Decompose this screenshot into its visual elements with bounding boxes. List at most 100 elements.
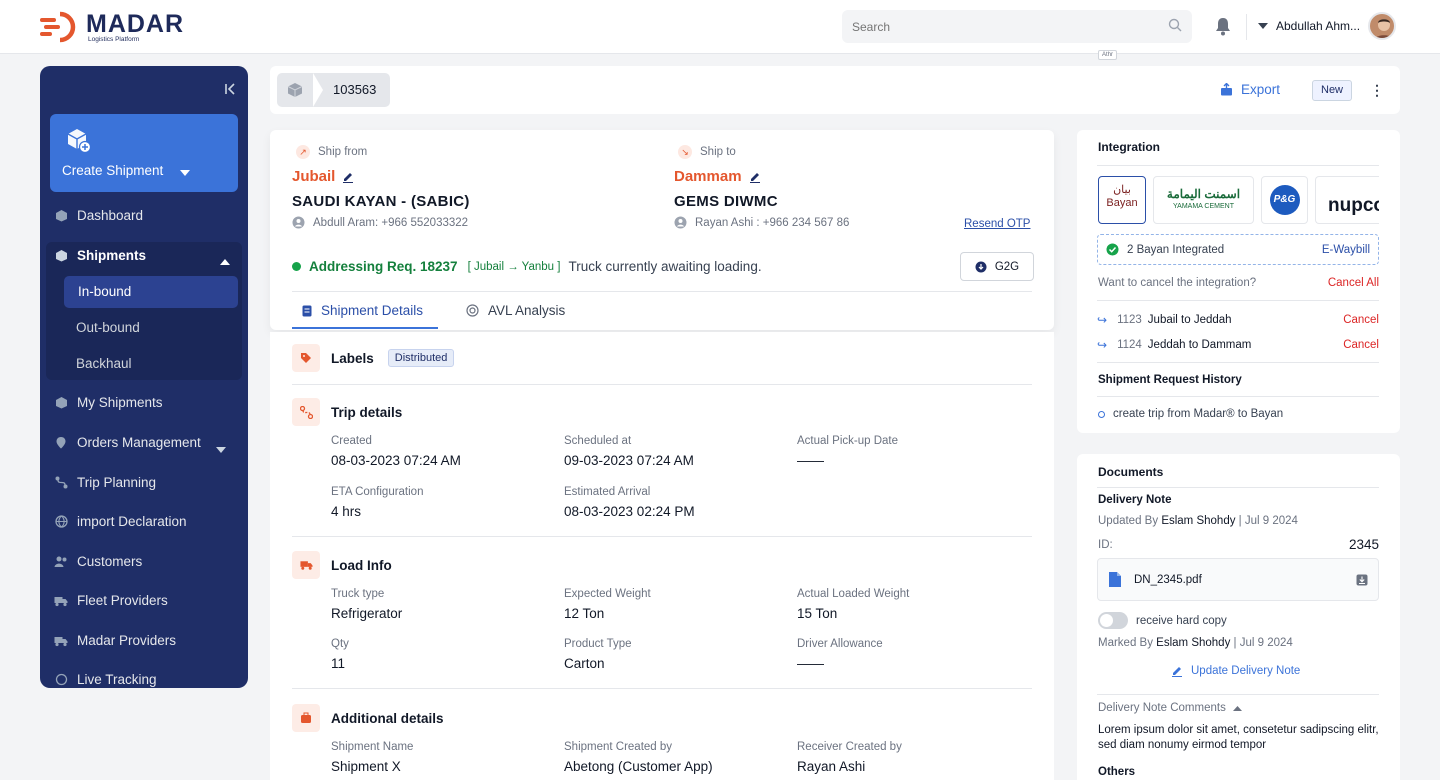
sidebar-item-my-shipments[interactable]: My Shipments [54, 395, 163, 410]
tab-avl-analysis[interactable]: AVL Analysis [466, 303, 565, 318]
bayan-logo[interactable]: بيان Bayan [1098, 176, 1146, 224]
field-label: Product Type [564, 638, 632, 650]
yamama-cement-logo[interactable]: اسمنت اليمامة YAMAMA CEMENT [1153, 176, 1254, 224]
header-divider [1246, 14, 1247, 40]
field-value: 11 [331, 656, 346, 671]
logo-text: P&G [1269, 185, 1300, 215]
sidebar-item-dashboard[interactable]: Dashboard [54, 208, 143, 223]
shipment-details-panel: Labels Distributed Trip details Created … [270, 332, 1054, 780]
user-menu[interactable]: Abdullah Ahm... [1258, 12, 1396, 40]
notification-bell-icon[interactable] [1214, 16, 1232, 39]
sidebar-item-customers[interactable]: Customers [54, 554, 142, 569]
chevron-down-icon[interactable] [216, 441, 226, 456]
edit-icon[interactable] [749, 171, 761, 183]
field-label: Shipment Created by [564, 741, 673, 753]
trip-field-scheduled: Scheduled at 09-03-2023 07:24 AM [564, 435, 784, 468]
sidebar-item-live-tracking[interactable]: Live Tracking [54, 672, 157, 687]
sidebar-item-backhaul[interactable]: Backhaul [76, 356, 132, 371]
load-info-section: Load Info [292, 551, 392, 579]
arrow-icon: ↪ [1097, 313, 1108, 327]
download-icon[interactable] [1356, 574, 1368, 586]
cancel-route-link[interactable]: Cancel [1343, 339, 1379, 351]
sidebar-item-orders-management[interactable]: Orders Management [54, 435, 201, 450]
ship-to-label: Ship to [700, 146, 736, 158]
export-icon [1220, 83, 1233, 96]
ewaybill-link[interactable]: E-Waybill [1322, 244, 1370, 256]
id-value: 2345 [1348, 537, 1379, 552]
sidebar-item-label: import Declaration [77, 514, 187, 529]
cancel-all-link[interactable]: Cancel All [1328, 277, 1379, 289]
file-attachment[interactable]: DN_2345.pdf [1097, 558, 1379, 601]
sidebar-item-madar-providers[interactable]: Madar Providers [54, 633, 176, 648]
trip-field-created: Created 08-03-2023 07:24 AM [331, 435, 551, 468]
resend-otp-link[interactable]: Resend OTP [964, 218, 1030, 230]
field-label: Shipment Name [331, 741, 414, 753]
search-input[interactable] [852, 19, 1152, 34]
export-button[interactable]: Export [1220, 82, 1280, 97]
ship-from-label: Ship from [318, 146, 368, 158]
collapse-sidebar-icon[interactable] [224, 83, 236, 98]
trip-field-eta: ETA Configuration 4 hrs [331, 486, 551, 519]
nupco-logo[interactable]: nupco [1315, 176, 1379, 224]
additional-field-shipment-name: Shipment Name Shipment X [331, 741, 551, 774]
field-value: 12 Ton [564, 606, 605, 621]
cancel-route-link[interactable]: Cancel [1343, 314, 1379, 326]
shipment-summary-card: ↗ Ship from Jubail SAUDI KAYAN - (SABIC)… [270, 130, 1054, 330]
status-badge: New [1312, 80, 1353, 101]
sidebar-item-import-declaration[interactable]: import Declaration [54, 514, 187, 529]
arrow-up-right-icon: ↗ [296, 145, 310, 159]
divider [1097, 487, 1379, 488]
field-value: —— [797, 656, 824, 671]
app-logo[interactable]: MADAR Logistics Platform [38, 10, 184, 44]
breadcrumb-separator [313, 73, 323, 107]
comments-header[interactable]: Delivery Note Comments [1098, 702, 1242, 714]
sidebar-item-fleet-providers[interactable]: Fleet Providers [54, 593, 168, 608]
tag-icon [292, 344, 320, 372]
create-shipment-button[interactable]: Create Shipment [50, 114, 238, 192]
updated-by-line: Updated By Eslam Shohdy | Jul 9 2024 [1098, 515, 1298, 527]
logo-text: nupco [1328, 195, 1379, 216]
timeline-dot-icon [1098, 410, 1105, 418]
marked-by: Eslam Shohdy [1156, 637, 1231, 649]
update-delivery-note-button[interactable]: Update Delivery Note [1171, 665, 1300, 677]
trip-details-section: Trip details [292, 398, 402, 426]
edit-icon[interactable] [342, 171, 354, 183]
sidebar: Create Shipment Dashboard Shipments In-b… [40, 66, 248, 688]
sidebar-item-shipments[interactable]: Shipments [54, 248, 146, 263]
updated-by: Eslam Shohdy [1161, 515, 1236, 527]
ship-to-city: Dammam [674, 168, 742, 185]
sidebar-item-outbound[interactable]: Out-bound [76, 320, 140, 335]
addressing-request[interactable]: Addressing Req. 18237 [309, 259, 458, 274]
sidebar-item-inbound[interactable]: In-bound [78, 284, 131, 299]
more-options-icon[interactable]: ⋮ [1370, 82, 1384, 99]
hard-copy-toggle[interactable] [1098, 612, 1128, 629]
truck-icon [54, 634, 68, 648]
field-value: Rayan Ashi [797, 759, 866, 774]
addressing-status: Addressing Req. 18237 [ Jubail → Yanbu ]… [292, 259, 762, 274]
divider [1097, 165, 1379, 166]
divider [292, 536, 1032, 537]
id-label: ID: [1098, 539, 1113, 551]
tab-shipment-details[interactable]: Shipment Details [302, 303, 423, 318]
breadcrumb[interactable]: 103563 [277, 73, 390, 107]
additional-field-receiver-created-by: Receiver Created by Rayan Ashi [797, 741, 1017, 774]
box-icon [54, 249, 68, 263]
divider [292, 291, 1032, 292]
sidebar-item-label: Shipments [77, 248, 147, 263]
g2g-button[interactable]: G2G [960, 252, 1034, 281]
chevron-down-icon[interactable] [1258, 23, 1268, 29]
delivery-note-title: Delivery Note [1098, 494, 1172, 506]
avatar[interactable] [1368, 12, 1396, 40]
chevron-up-icon[interactable] [220, 253, 230, 268]
logo-text: اسمنت اليمامة [1166, 187, 1241, 201]
search-icon[interactable] [1168, 18, 1182, 35]
load-field-expected-weight: Expected Weight 12 Ton [564, 588, 784, 621]
user-name: Abdullah Ahm... [1276, 19, 1361, 33]
pg-logo[interactable]: P&G [1261, 176, 1308, 224]
load-field-actual-weight: Actual Loaded Weight 15 Ton [797, 588, 1017, 621]
madar-logo-icon [38, 10, 80, 44]
sidebar-item-trip-planning[interactable]: Trip Planning [54, 475, 156, 490]
sidebar-item-label: Dashboard [77, 208, 144, 223]
field-label: Actual Loaded Weight [797, 588, 910, 600]
top-bar: MADAR Logistics Platform Abdullah Ahm... [0, 0, 1440, 54]
